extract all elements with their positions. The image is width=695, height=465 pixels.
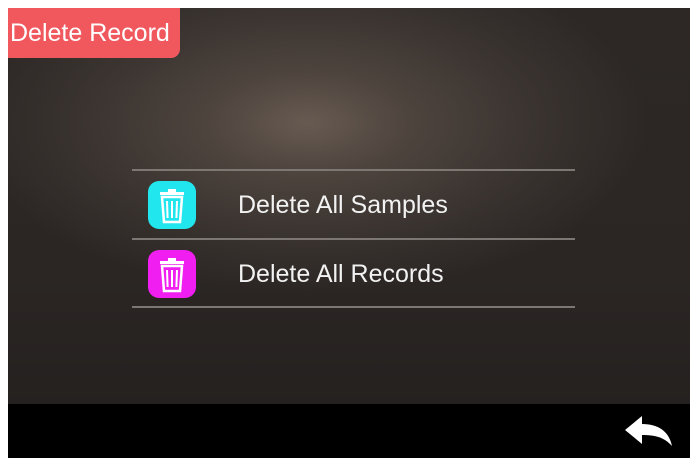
divider [132,169,575,171]
trash-icon [148,181,196,229]
menu-item-label: Delete All Records [238,260,444,288]
page-title: Delete Record [8,8,180,58]
trash-icon [148,250,196,298]
divider [132,238,575,240]
divider [132,306,575,308]
bottom-bar [8,404,690,458]
device-screen: Delete Record Delete All Samples Delete … [8,8,690,458]
delete-all-records-button[interactable]: Delete All Records [132,242,575,306]
menu-item-label: Delete All Samples [238,191,448,219]
back-arrow-icon [625,416,672,446]
delete-all-samples-button[interactable]: Delete All Samples [132,173,575,237]
back-button[interactable] [622,414,674,450]
